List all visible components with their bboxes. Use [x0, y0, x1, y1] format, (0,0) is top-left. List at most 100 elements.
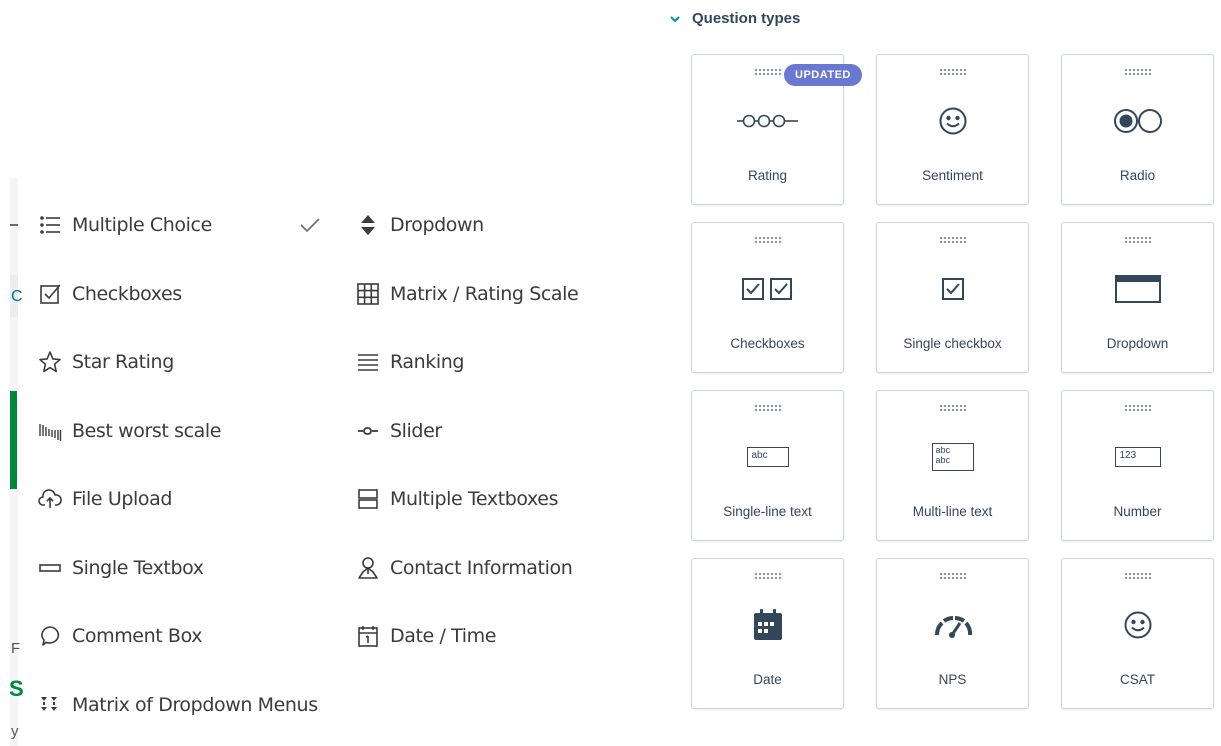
list-item-label: Matrix / Rating Scale	[390, 283, 579, 305]
gauge-icon	[921, 607, 985, 643]
matrix-dropdown-icon	[38, 693, 62, 717]
list-item-label: Slider	[390, 420, 442, 442]
question-type-star-rating[interactable]: Star Rating	[38, 347, 174, 377]
card-label: Sentiment	[922, 168, 983, 183]
card-radio[interactable]: Radio	[1061, 54, 1214, 205]
card-single-checkbox[interactable]: Single checkbox	[876, 222, 1029, 373]
card-label: Dropdown	[1106, 336, 1169, 351]
rating-scale-icon	[736, 103, 800, 139]
icon-text: 123	[1119, 450, 1137, 461]
dropdown-arrows-icon	[356, 213, 380, 237]
card-label: NPS	[938, 672, 967, 687]
card-label: Multi-line text	[912, 504, 993, 519]
card-single-line-text[interactable]: abc Single-line text	[691, 390, 844, 541]
card-label: Date	[753, 672, 782, 687]
card-label: Number	[1113, 504, 1162, 519]
checkbox-icon	[38, 282, 62, 306]
text-area-icon: abc abc	[921, 439, 985, 475]
question-type-ranking[interactable]: Ranking	[356, 347, 464, 377]
selected-check-icon	[300, 218, 320, 233]
radio-icon	[1106, 103, 1170, 139]
question-type-slider[interactable]: Slider	[356, 416, 442, 446]
icon-text: abc	[935, 455, 951, 465]
ranking-lines-icon	[356, 350, 380, 374]
card-multi-line-text[interactable]: abc abc Multi-line text	[876, 390, 1029, 541]
card-checkboxes[interactable]: Checkboxes	[691, 222, 844, 373]
list-item-label: Ranking	[390, 351, 465, 373]
question-type-matrix-of-dropdown-menus[interactable]: Matrix of Dropdown Menus	[38, 690, 318, 720]
card-label: Checkboxes	[730, 336, 805, 351]
dropdown-box-icon	[1106, 271, 1170, 307]
edge-fragment-s: S	[9, 676, 24, 701]
icon-text: abc	[751, 450, 768, 461]
list-item-label: Checkboxes	[72, 283, 182, 305]
speech-bubble-icon	[38, 624, 62, 648]
card-dropdown[interactable]: Dropdown	[1061, 222, 1214, 373]
question-type-dropdown[interactable]: Dropdown	[356, 210, 484, 240]
drag-handle-icon[interactable]	[1124, 236, 1152, 244]
edge-fragment-c: C	[11, 288, 23, 305]
best-worst-scale-icon	[38, 419, 62, 443]
smiley-icon	[921, 103, 985, 139]
list-item-label: Multiple Choice	[72, 214, 212, 236]
drag-handle-icon[interactable]	[1124, 68, 1152, 76]
multiple-textboxes-icon	[356, 487, 380, 511]
card-number[interactable]: 123 Number	[1061, 390, 1214, 541]
list-icon	[38, 213, 62, 237]
question-type-date-time[interactable]: Date / Time	[356, 621, 496, 651]
edge-fragment-f: F	[11, 640, 21, 657]
card-csat[interactable]: CSAT	[1061, 558, 1214, 709]
question-types-header[interactable]: Question types	[668, 10, 800, 27]
list-item-label: Best worst scale	[72, 420, 222, 442]
grid-icon	[356, 282, 380, 306]
updated-badge: UPDATED	[784, 64, 862, 86]
list-item-label: Date / Time	[390, 625, 496, 647]
number-input-icon: 123	[1106, 439, 1170, 475]
drag-handle-icon[interactable]	[939, 572, 967, 580]
drag-handle-icon[interactable]	[754, 236, 782, 244]
drag-handle-icon[interactable]	[939, 236, 967, 244]
calendar-icon	[356, 624, 380, 648]
single-checkbox-icon	[921, 271, 985, 307]
question-type-matrix-rating-scale[interactable]: Matrix / Rating Scale	[356, 279, 579, 309]
question-type-single-textbox[interactable]: Single Textbox	[38, 553, 204, 583]
drag-handle-icon[interactable]	[1124, 404, 1152, 412]
drag-handle-icon[interactable]	[754, 572, 782, 580]
icon-text: abc	[935, 445, 951, 455]
star-icon	[38, 350, 62, 374]
textbox-icon	[38, 556, 62, 580]
question-type-file-upload[interactable]: File Upload	[38, 484, 172, 514]
card-label: CSAT	[1119, 672, 1155, 687]
drag-handle-icon[interactable]	[939, 68, 967, 76]
smiley-icon	[1106, 607, 1170, 643]
question-type-checkboxes[interactable]: Checkboxes	[38, 279, 182, 309]
card-label: Single checkbox	[903, 336, 1002, 351]
calendar-icon	[736, 607, 800, 643]
card-nps[interactable]: NPS	[876, 558, 1029, 709]
question-type-comment-box[interactable]: Comment Box	[38, 621, 202, 651]
drag-handle-icon[interactable]	[754, 68, 782, 76]
card-sentiment[interactable]: Sentiment	[876, 54, 1029, 205]
question-type-best-worst-scale[interactable]: Best worst scale	[38, 416, 221, 446]
list-item-label: Single Textbox	[72, 557, 204, 579]
drag-handle-icon[interactable]	[1124, 572, 1152, 580]
person-icon	[356, 556, 380, 580]
text-input-icon: abc	[736, 439, 800, 475]
question-type-multiple-textboxes[interactable]: Multiple Textboxes	[356, 484, 558, 514]
double-checkbox-icon	[736, 271, 800, 307]
question-type-multiple-choice[interactable]: Multiple Choice	[38, 210, 212, 240]
list-item-label: Contact Information	[390, 557, 573, 579]
list-item-label: Star Rating	[72, 351, 174, 373]
drag-handle-icon[interactable]	[754, 404, 782, 412]
question-type-contact-information[interactable]: Contact Information	[356, 553, 573, 583]
edge-fragment-y: y	[11, 723, 19, 740]
drag-handle-icon[interactable]	[939, 404, 967, 412]
card-rating[interactable]: UPDATED Rating	[691, 54, 862, 205]
list-item-label: File Upload	[72, 488, 173, 510]
card-date[interactable]: Date	[691, 558, 844, 709]
card-label: Single-line text	[723, 504, 812, 519]
section-title: Question types	[692, 10, 801, 27]
slider-icon	[356, 419, 380, 443]
edge-divider	[10, 224, 18, 226]
cloud-upload-icon	[38, 487, 62, 511]
